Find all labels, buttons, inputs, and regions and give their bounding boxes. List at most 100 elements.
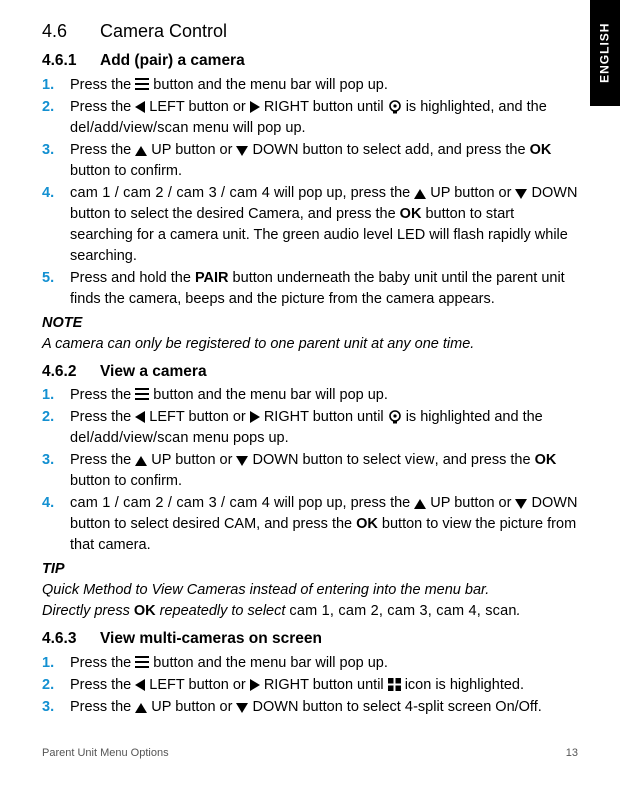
up-icon — [135, 146, 147, 156]
language-tab: ENGLISH — [590, 0, 620, 106]
tip-line-2: Directly press OK repeatedly to select c… — [42, 601, 578, 622]
text: -split screen On/Off. — [413, 699, 542, 715]
note-heading: NOTE — [42, 313, 578, 334]
steps-4-6-3: 1. Press the button and the menu bar wil… — [42, 653, 578, 718]
step-text: Press the UP button or DOWN button to se… — [70, 450, 578, 492]
step-row: 1. Press the button and the menu bar wil… — [42, 385, 578, 406]
text: button to confirm. — [70, 163, 182, 179]
text: icon is highlighted. — [401, 677, 524, 693]
step-row: 1. Press the button and the menu bar wil… — [42, 653, 578, 674]
menu-icon — [135, 656, 149, 668]
text: , and press the — [430, 142, 530, 158]
text: DOWN button to select — [248, 452, 404, 468]
down-icon — [236, 703, 248, 713]
text: LEFT button or — [145, 677, 250, 693]
page-footer: Parent Unit Menu Options 13 — [42, 746, 578, 762]
down-icon — [515, 499, 527, 509]
subsection-title: Add (pair) a camera — [100, 52, 245, 69]
text: Press the — [70, 452, 135, 468]
right-icon — [250, 679, 260, 691]
text: Directly press — [42, 603, 134, 619]
subsection-heading-4-6-1: 4.6.1Add (pair) a camera — [42, 50, 578, 72]
left-icon — [135, 101, 145, 113]
camera-icon — [388, 100, 402, 114]
cam-list: cam 1 / cam 2 / cam 3 / cam 4 — [70, 185, 270, 201]
step-row: 1. Press the button and the menu bar wil… — [42, 75, 578, 96]
step-text: Press the button and the menu bar will p… — [70, 653, 578, 674]
text: is highlighted, and the — [402, 99, 547, 115]
subsection-number: 4.6.3 — [42, 628, 100, 650]
step-row: 4. cam 1 / cam 2 / cam 3 / cam 4 will po… — [42, 183, 578, 267]
subsection-title: View multi-cameras on screen — [100, 630, 322, 647]
steps-4-6-1: 1. Press the button and the menu bar wil… — [42, 75, 578, 310]
up-icon — [414, 189, 426, 199]
text: Press the — [70, 677, 135, 693]
step-row: 5. Press and hold the PAIR button undern… — [42, 268, 578, 310]
ok-label: OK — [356, 516, 378, 532]
text: UP button or — [147, 142, 236, 158]
option-name: add — [405, 142, 430, 158]
text: RIGHT button until — [260, 409, 388, 425]
step-number: 3. — [42, 450, 70, 492]
step-row: 2. Press the LEFT button or RIGHT button… — [42, 407, 578, 449]
text: repeatedly to select — [156, 603, 290, 619]
step-number: 3. — [42, 697, 70, 718]
left-icon — [135, 411, 145, 423]
text: UP button or — [147, 699, 236, 715]
step-number: 1. — [42, 653, 70, 674]
text: . — [517, 603, 521, 619]
step-number: 1. — [42, 385, 70, 406]
up-icon — [414, 499, 426, 509]
text: DOWN button to select — [248, 699, 404, 715]
subsection-number: 4.6.2 — [42, 361, 100, 383]
step-row: 3. Press the UP button or DOWN button to… — [42, 140, 578, 182]
footer-title: Parent Unit Menu Options — [42, 746, 169, 762]
step-text: Press the LEFT button or RIGHT button un… — [70, 675, 578, 696]
text: Press the — [70, 77, 135, 93]
tip-line-1: Quick Method to View Cameras instead of … — [42, 580, 578, 601]
menu-icon — [135, 78, 149, 90]
tip-body: Quick Method to View Cameras instead of … — [42, 580, 578, 622]
step-number: 4. — [42, 493, 70, 556]
language-tab-label: ENGLISH — [596, 23, 613, 83]
text: button and the menu bar will pop up. — [149, 655, 388, 671]
cam-sequence: cam 1, cam 2, cam 3, cam 4, scan — [289, 603, 516, 619]
step-row: 2. Press the LEFT button or RIGHT button… — [42, 675, 578, 696]
page-number: 13 — [566, 746, 578, 762]
step-row: 3. Press the UP button or DOWN button to… — [42, 697, 578, 718]
text: LEFT button or — [145, 99, 250, 115]
text: RIGHT button until — [260, 677, 388, 693]
tip-heading: TIP — [42, 559, 578, 580]
section-number: 4.6 — [42, 18, 100, 44]
option-name: view — [405, 452, 435, 468]
step-row: 2. Press the LEFT button or RIGHT button… — [42, 97, 578, 139]
left-icon — [135, 679, 145, 691]
right-icon — [250, 411, 260, 423]
subsection-number: 4.6.1 — [42, 50, 100, 72]
text: will pop up, press the — [270, 495, 414, 511]
text: Press the — [70, 142, 135, 158]
right-icon — [250, 101, 260, 113]
step-text: cam 1 / cam 2 / cam 3 / cam 4 will pop u… — [70, 183, 578, 267]
steps-4-6-2: 1. Press the button and the menu bar wil… — [42, 385, 578, 556]
step-number: 1. — [42, 75, 70, 96]
page-content: 4.6Camera Control 4.6.1Add (pair) a came… — [0, 0, 620, 718]
down-icon — [236, 456, 248, 466]
text: button and the menu bar will pop up. — [149, 387, 388, 403]
text: button and the menu bar will pop up. — [149, 77, 388, 93]
text: UP button or — [426, 185, 515, 201]
text: , and press the — [435, 452, 535, 468]
step-text: Press the button and the menu bar will p… — [70, 385, 578, 406]
step-number: 2. — [42, 407, 70, 449]
text: menu pops up. — [189, 430, 289, 446]
text: LEFT button or — [145, 409, 250, 425]
up-icon — [135, 456, 147, 466]
menu-icon — [135, 388, 149, 400]
step-row: 3. Press the UP button or DOWN button to… — [42, 450, 578, 492]
grid-icon — [388, 678, 401, 691]
text: Press and hold the — [70, 270, 195, 286]
down-icon — [236, 146, 248, 156]
text: Press the — [70, 409, 135, 425]
step-text: Press the UP button or DOWN button to se… — [70, 140, 578, 182]
step-number: 5. — [42, 268, 70, 310]
